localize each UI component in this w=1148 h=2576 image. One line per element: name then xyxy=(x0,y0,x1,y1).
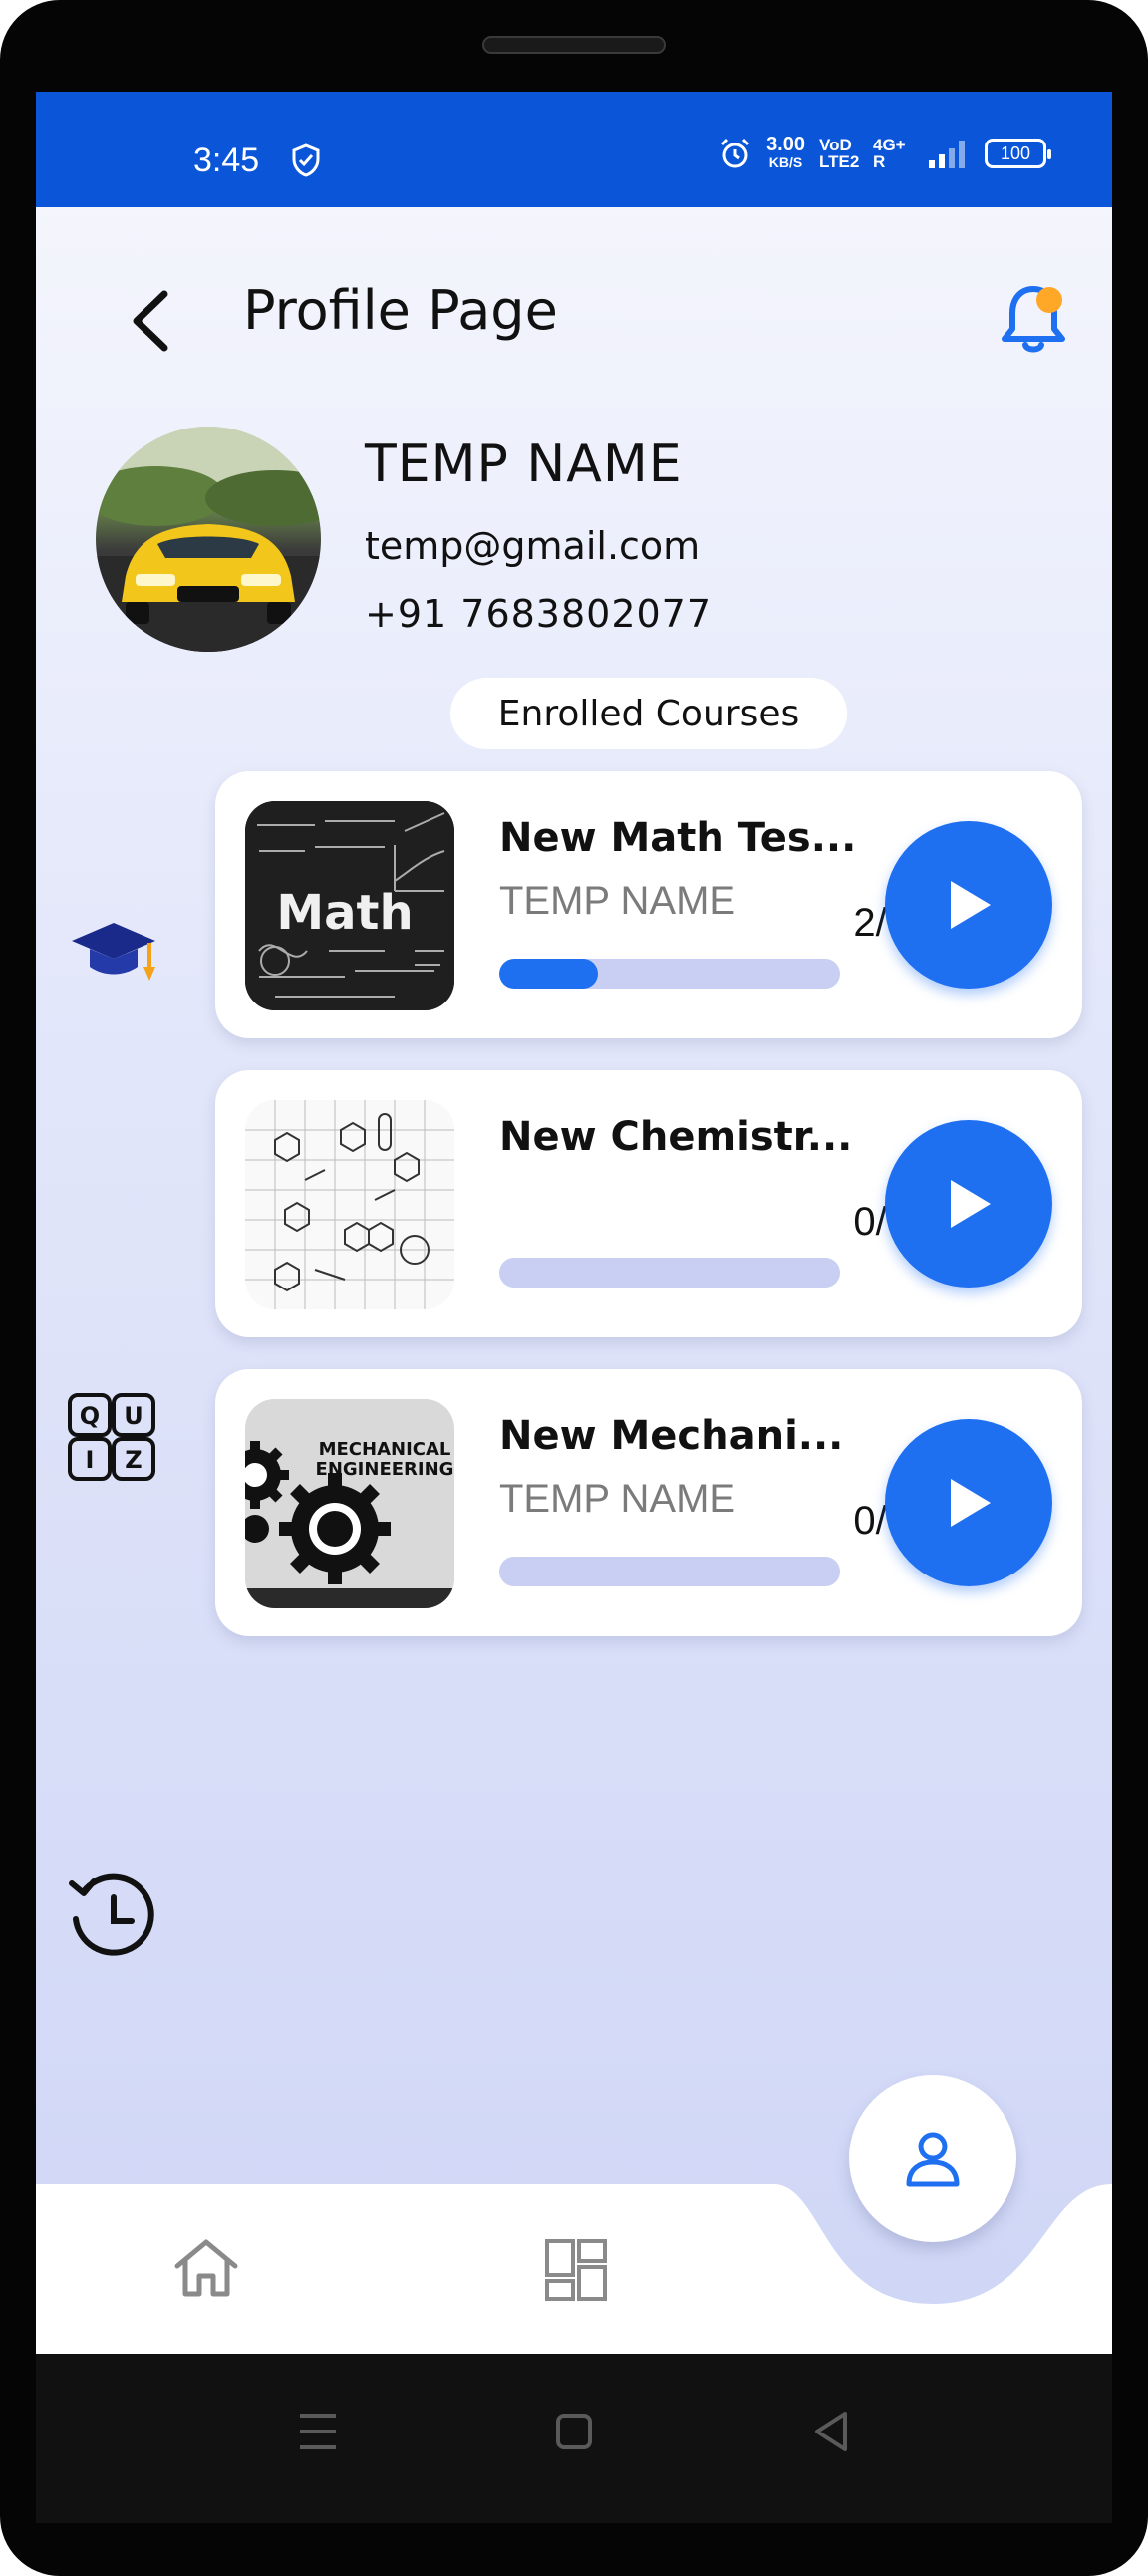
system-menu-button[interactable] xyxy=(297,2410,339,2457)
course-progress-fill xyxy=(499,959,599,989)
profile-name: TEMP NAME xyxy=(365,434,683,494)
status-time: 3:45 xyxy=(193,142,260,179)
nav-profile[interactable] xyxy=(849,2075,1016,2242)
quiz-letter-q: Q xyxy=(80,1402,100,1430)
course-card[interactable]: New Chemistr... 0/0 xyxy=(215,1070,1082,1337)
mechanical-gears: MECHANICAL ENGINEERING xyxy=(245,1399,454,1608)
play-course-button[interactable] xyxy=(885,1419,1052,1586)
course-author: TEMP NAME xyxy=(499,1477,736,1521)
course-progress-bar xyxy=(499,1258,840,1288)
quiz-icon: Q U I Z xyxy=(68,1393,155,1481)
history-side-button[interactable] xyxy=(64,1867,159,1967)
profile-icon xyxy=(906,2132,960,2187)
system-back-button[interactable] xyxy=(811,2410,851,2457)
history-icon xyxy=(69,1873,154,1956)
course-thumbnail: Math xyxy=(245,801,454,1010)
battery-icon: 100 xyxy=(985,139,1051,168)
course-card[interactable]: Math New Math Tes... TEMP NAME 2/7 xyxy=(215,771,1082,1038)
status-bar: 3:45 3.00 KB/S VoD LTE2 4G+ R 100 xyxy=(36,92,1112,207)
play-icon xyxy=(951,881,991,929)
play-course-button[interactable] xyxy=(885,1120,1052,1288)
phone-speaker xyxy=(482,36,666,54)
phone-frame: 3:45 3.00 KB/S VoD LTE2 4G+ R 100 Profil… xyxy=(0,0,1148,2576)
quiz-side-button[interactable]: Q U I Z xyxy=(64,1389,159,1489)
system-nav-bar xyxy=(36,2354,1112,2523)
play-icon xyxy=(951,1479,991,1527)
dashboard-icon xyxy=(545,2239,607,2301)
shield-check-icon xyxy=(292,143,320,177)
course-author: TEMP NAME xyxy=(499,879,736,923)
back-button[interactable] xyxy=(120,281,179,361)
play-icon xyxy=(951,1180,991,1228)
math-thumb-text: Math xyxy=(276,885,413,941)
speed-unit: KB/S xyxy=(768,154,803,170)
math-chalkboard: Math xyxy=(245,801,454,1010)
nav-dashboard[interactable] xyxy=(544,2238,608,2306)
course-thumbnail: MECHANICAL ENGINEERING xyxy=(245,1399,454,1608)
notification-badge xyxy=(1036,287,1062,313)
course-title: New Chemistr... xyxy=(499,1114,853,1160)
quiz-letter-u: U xyxy=(124,1402,144,1430)
profile-phone: +91 7683802077 xyxy=(365,592,713,636)
speed-value: 3.00 xyxy=(766,134,805,155)
signal-icon xyxy=(929,141,965,168)
back-triangle-icon xyxy=(815,2412,847,2451)
avatar[interactable] xyxy=(96,427,321,652)
play-course-button[interactable] xyxy=(885,821,1052,989)
network-type-label: 4G+ R xyxy=(873,136,906,171)
course-title: New Math Tes... xyxy=(499,815,857,861)
course-title: New Mechani... xyxy=(499,1413,844,1459)
course-progress-bar xyxy=(499,959,840,989)
nav-home[interactable] xyxy=(171,2236,241,2304)
quiz-letter-i: I xyxy=(86,1446,95,1474)
car-avatar xyxy=(96,427,321,652)
quiz-letter-z: Z xyxy=(125,1446,142,1474)
network-speed: 3.00 KB/S xyxy=(766,134,805,171)
course-card[interactable]: MECHANICAL ENGINEERING New Mechani... TE… xyxy=(215,1369,1082,1636)
home-icon xyxy=(174,2239,238,2297)
alarm-icon xyxy=(721,138,750,168)
app-screen: 3:45 3.00 KB/S VoD LTE2 4G+ R 100 Profil… xyxy=(36,92,1112,2354)
chemistry-structures xyxy=(245,1100,454,1309)
course-progress-bar xyxy=(499,1557,840,1586)
enrolled-courses-label: Enrolled Courses xyxy=(450,678,847,749)
page-title: Profile Page xyxy=(243,279,558,342)
system-home-button[interactable] xyxy=(554,2410,594,2457)
menu-icon xyxy=(300,2414,336,2449)
courses-side-button[interactable] xyxy=(64,911,163,995)
mech-thumb-line1: MECHANICAL xyxy=(319,1439,451,1460)
graduation-cap-icon xyxy=(72,923,155,981)
home-square-icon xyxy=(556,2414,592,2449)
status-right-group: 3.00 KB/S VoD LTE2 4G+ R 100 xyxy=(718,134,1051,171)
notification-button[interactable] xyxy=(999,281,1068,357)
profile-email: temp@gmail.com xyxy=(365,524,701,568)
course-thumbnail xyxy=(245,1100,454,1309)
back-arrow-icon xyxy=(133,290,168,352)
volte-label: VoD LTE2 xyxy=(819,136,860,171)
